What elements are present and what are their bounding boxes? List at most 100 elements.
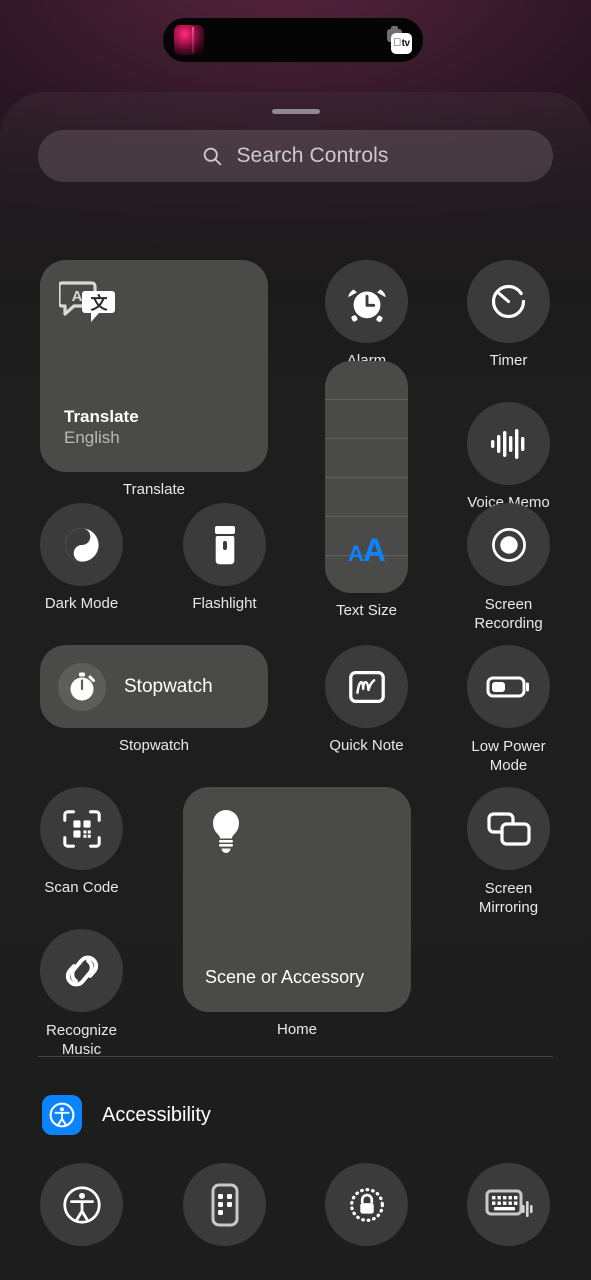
control-label-quick-note: Quick Note — [329, 737, 404, 754]
control-flashlight[interactable]: Flashlight — [183, 503, 282, 612]
control-label-scan-code: Scan Code — [44, 879, 119, 896]
accessibility-section-header[interactable]: Accessibility — [42, 1095, 591, 1135]
control-home[interactable]: Scene or Accessory Home — [183, 787, 411, 1038]
dark-mode-icon — [64, 527, 99, 562]
apple-tv-activity[interactable]: tv — [378, 26, 412, 54]
text-size-small-a: A — [348, 541, 364, 566]
lock-dotted-icon — [349, 1187, 384, 1222]
voice-memo-button[interactable] — [467, 402, 550, 485]
dynamic-island[interactable]: tv — [163, 18, 423, 62]
control-screen-recording[interactable]: Screen Recording — [467, 503, 566, 633]
quick-note-button[interactable] — [325, 645, 408, 728]
accessibility-shortcuts-button[interactable] — [40, 1163, 123, 1246]
flashlight-icon — [214, 525, 235, 564]
control-scan-code[interactable]: Scan Code — [40, 787, 139, 896]
control-label-recognize-music-line1: Recognize — [46, 1022, 117, 1039]
search-controls-field[interactable]: Search Controls — [38, 130, 553, 182]
svg-text:A: A — [72, 288, 83, 305]
control-text-size[interactable]: AA Text Size — [325, 361, 408, 619]
stopwatch-icon-holder — [58, 662, 106, 711]
screen-mirroring-icon — [486, 811, 531, 846]
control-live-speech[interactable] — [467, 1163, 550, 1246]
control-label-stopwatch: Stopwatch — [118, 737, 190, 754]
waveform-icon — [490, 428, 524, 459]
control-label-text-size: Text Size — [336, 602, 397, 619]
flashlight-button[interactable] — [183, 503, 266, 586]
shazam-icon — [65, 955, 98, 986]
panel-grabber-handle[interactable] — [271, 109, 320, 114]
text-size-large-a: A — [362, 532, 386, 568]
control-alarm[interactable]: Alarm — [325, 260, 424, 369]
translate-tile[interactable]: A 文 Translate English — [40, 260, 268, 472]
control-accessibility-shortcuts[interactable] — [40, 1163, 123, 1246]
control-label-dark-mode: Dark Mode — [44, 595, 119, 612]
lightbulb-icon — [209, 807, 243, 855]
control-label-screen-mirroring-line2: Mirroring — [478, 899, 539, 916]
control-label-screen-recording-line1: Screen — [484, 596, 533, 613]
control-center-panel: Search Controls A 文 Translate English Tr… — [0, 92, 591, 1280]
control-dark-mode[interactable]: Dark Mode — [40, 503, 139, 612]
timer-icon — [491, 284, 526, 319]
control-timer[interactable]: Timer — [467, 260, 566, 369]
controls-grid: A 文 Translate English Translate Timer AA… — [0, 216, 591, 1059]
guided-access-button[interactable] — [325, 1163, 408, 1246]
iphone-screen: tv Search Controls A — [0, 0, 591, 1280]
qr-scan-icon — [62, 809, 101, 848]
accessibility-badge-icon — [42, 1095, 82, 1135]
control-guided-access[interactable] — [325, 1163, 408, 1246]
control-assistive-touch[interactable] — [183, 1163, 266, 1246]
alarm-button[interactable] — [325, 260, 408, 343]
control-quick-note[interactable]: Quick Note — [325, 645, 424, 754]
translate-icon: A 文 — [59, 279, 117, 325]
quick-note-icon — [348, 670, 385, 703]
control-low-power-mode[interactable]: Low Power Mode — [467, 645, 566, 775]
accessibility-controls-row — [0, 1163, 591, 1253]
control-screen-mirroring[interactable]: Screen Mirroring — [467, 787, 566, 917]
text-size-slider[interactable]: AA — [325, 361, 408, 593]
accessibility-person-icon — [62, 1185, 101, 1224]
dark-mode-button[interactable] — [40, 503, 123, 586]
control-label-flashlight: Flashlight — [192, 595, 257, 612]
apple-logo-glyph:  — [393, 38, 401, 49]
control-label-screen-mirroring-line1: Screen — [484, 880, 533, 897]
apple-tv-text: tv — [397, 38, 410, 49]
control-recognize-music[interactable]: Recognize Music — [40, 929, 139, 1059]
album-art-thumbnail[interactable] — [174, 25, 204, 55]
search-icon — [204, 147, 222, 165]
slider-segment — [325, 438, 408, 439]
control-label-low-power-line2: Mode — [489, 757, 528, 774]
svg-text:文: 文 — [91, 293, 109, 314]
alarm-clock-icon — [347, 289, 386, 322]
control-translate[interactable]: A 文 Translate English Translate — [40, 260, 268, 498]
battery-icon — [486, 676, 529, 697]
control-label-low-power-line1: Low Power — [471, 738, 546, 755]
low-power-mode-button[interactable] — [467, 645, 550, 728]
timer-button[interactable] — [467, 260, 550, 343]
text-size-icon: AA — [325, 532, 408, 569]
translate-tile-title: Translate — [64, 407, 139, 426]
control-label-home: Home — [276, 1021, 317, 1038]
control-stopwatch[interactable]: Stopwatch Stopwatch — [40, 645, 268, 754]
screen-recording-button[interactable] — [467, 503, 550, 586]
assistive-touch-icon — [211, 1183, 238, 1226]
slider-segment — [325, 399, 408, 400]
accessibility-section-title: Accessibility — [102, 1103, 211, 1126]
stopwatch-tile[interactable]: Stopwatch — [40, 645, 268, 728]
keyboard-speech-icon — [485, 1189, 533, 1217]
screen-mirroring-button[interactable] — [467, 787, 550, 870]
record-icon — [491, 527, 526, 562]
stopwatch-tile-title: Stopwatch — [124, 675, 213, 697]
home-tile[interactable]: Scene or Accessory — [183, 787, 411, 1012]
scan-code-button[interactable] — [40, 787, 123, 870]
control-voice-memo[interactable]: Voice Memo — [467, 402, 566, 511]
translate-tile-subtitle: English — [64, 428, 120, 447]
slider-segment — [325, 516, 408, 517]
apple-tv-badge-icon: tv — [391, 33, 412, 54]
stopwatch-icon — [70, 672, 95, 700]
slider-segment — [325, 477, 408, 478]
control-label-recognize-music-line2: Music — [61, 1041, 102, 1058]
live-speech-button[interactable] — [467, 1163, 550, 1246]
assistive-touch-button[interactable] — [183, 1163, 266, 1246]
recognize-music-button[interactable] — [40, 929, 123, 1012]
control-label-timer: Timer — [489, 352, 528, 369]
